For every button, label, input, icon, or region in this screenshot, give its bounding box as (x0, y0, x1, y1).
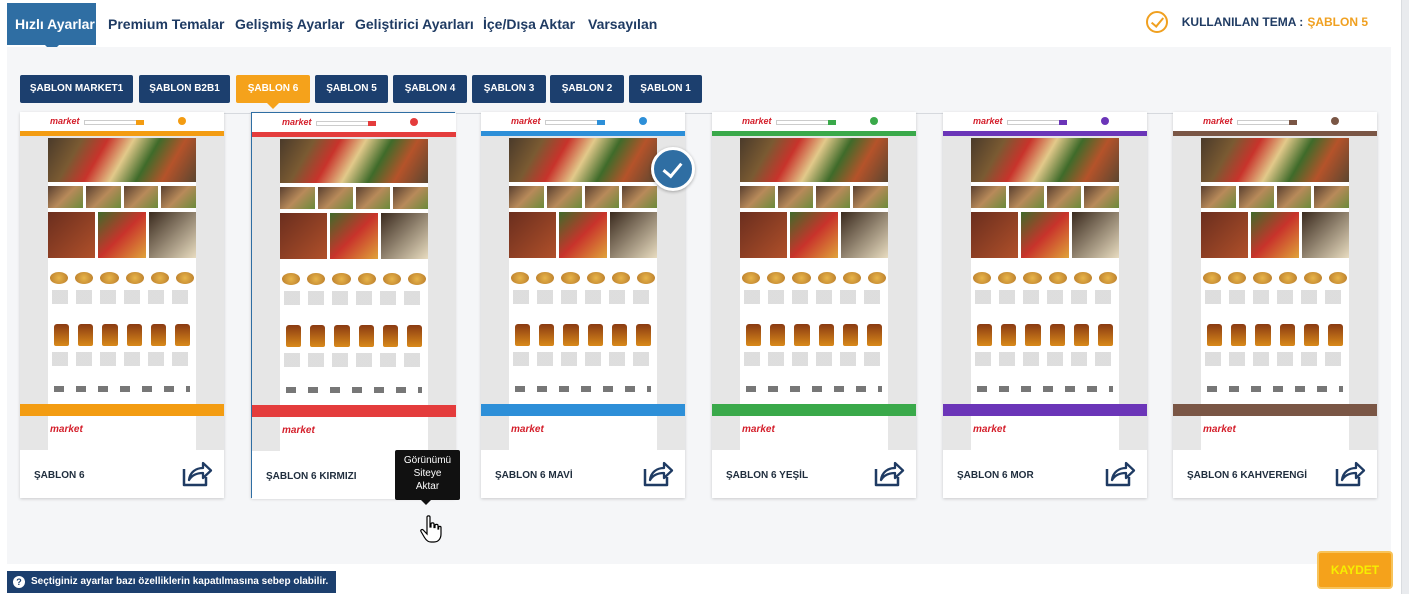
theme-preview-image: market market (252, 113, 456, 451)
theme-card[interactable]: market market ŞABLON 6 KIRMIZI (251, 112, 456, 499)
theme-card-title: ŞABLON 6 KAHVERENGİ (1187, 470, 1308, 481)
apply-theme-share-icon[interactable] (1333, 458, 1367, 490)
theme-card-footer: ŞABLON 6 KAHVERENGİ (1173, 450, 1377, 498)
save-button[interactable]: KAYDET (1319, 553, 1391, 587)
template-tab-market1[interactable]: ŞABLON MARKET1 (20, 75, 133, 103)
thumb-footer-logo: market (973, 424, 1006, 435)
current-theme-value: ŞABLON 5 (1307, 15, 1368, 29)
template-tab-sablon-2[interactable]: ŞABLON 2 (550, 75, 624, 103)
apply-theme-share-icon[interactable] (641, 458, 675, 490)
template-tab-sablon-3[interactable]: ŞABLON 3 (472, 75, 546, 103)
theme-card-footer: ŞABLON 6 (20, 450, 224, 498)
tab-premium-themes[interactable]: Premium Temalar (100, 3, 232, 45)
apply-theme-share-icon[interactable] (872, 458, 906, 490)
notice-text: Seçtiginiz ayarlar bazı özelliklerin kap… (31, 576, 329, 587)
theme-card-footer: ŞABLON 6 MAVİ (481, 450, 685, 498)
theme-card[interactable]: market market ŞABLON 6 MOR (943, 112, 1147, 498)
tab-default[interactable]: Varsayılan (580, 3, 665, 45)
template-tab-sablon-4[interactable]: ŞABLON 4 (393, 75, 467, 103)
thumb-footer-logo: market (742, 424, 775, 435)
thumb-logo: market (282, 117, 312, 127)
theme-preview-image: market market (943, 112, 1147, 450)
theme-card-footer: ŞABLON 6 YEŞİL (712, 450, 916, 498)
tab-developer-settings[interactable]: Geliştirici Ayarları (347, 3, 482, 45)
theme-card-title: ŞABLON 6 YEŞİL (726, 470, 809, 481)
apply-theme-share-icon[interactable] (180, 458, 214, 490)
top-tab-bar: Hızlı Ayarlar Premium Temalar Gelişmiş A… (0, 0, 1400, 52)
theme-card-title: ŞABLON 6 MAVİ (495, 470, 573, 481)
theme-card-footer: ŞABLON 6 MOR (943, 450, 1147, 498)
thumb-footer-logo: market (50, 424, 83, 435)
theme-card-title: ŞABLON 6 KIRMIZI (266, 471, 357, 482)
template-tab-sablon-1[interactable]: ŞABLON 1 (629, 75, 702, 103)
tab-import-export[interactable]: İçe/Dışa Aktar (475, 3, 583, 45)
tooltip-line: Görünümü (403, 455, 452, 466)
tab-quick-settings[interactable]: Hızlı Ayarlar (7, 3, 96, 52)
tooltip-line: Siteye (413, 468, 442, 479)
thumb-logo: market (742, 116, 772, 126)
template-tab-b2b1[interactable]: ŞABLON B2B1 (139, 75, 230, 103)
current-theme-label: KULLANILAN TEMA : (1181, 15, 1304, 29)
current-theme-indicator: KULLANILAN TEMA : ŞABLON 5 (1145, 11, 1368, 33)
theme-card-title: ŞABLON 6 MOR (957, 470, 1034, 481)
selected-check-icon (651, 147, 695, 191)
theme-card[interactable]: market market ŞABLON 6 (20, 112, 224, 498)
apply-theme-share-icon[interactable] (1103, 458, 1137, 490)
thumb-logo: market (511, 116, 541, 126)
tooltip-apply-view: Görünümü Siteye Aktar (395, 450, 460, 505)
thumb-footer-logo: market (1203, 424, 1236, 435)
theme-card-title: ŞABLON 6 (34, 470, 85, 481)
hand-cursor-icon (420, 515, 442, 543)
template-tab-sablon-6[interactable]: ŞABLON 6 (236, 75, 310, 109)
thumb-footer-logo: market (511, 424, 544, 435)
thumb-logo: market (973, 116, 1003, 126)
check-circle-icon (1145, 11, 1168, 33)
theme-preview-image: market market (1173, 112, 1377, 450)
theme-card[interactable]: market market ŞABLON 6 YEŞİL (712, 112, 916, 498)
theme-preview-image: market market (712, 112, 916, 450)
tooltip-line: Aktar (415, 481, 440, 492)
theme-card[interactable]: market market ŞABLON 6 KAHVERENGİ (1173, 112, 1377, 498)
template-tab-sablon-5[interactable]: ŞABLON 5 (315, 75, 388, 103)
tab-advanced-settings[interactable]: Gelişmiş Ayarlar (227, 3, 352, 45)
theme-preview-image: market market (20, 112, 224, 450)
thumb-logo: market (50, 116, 80, 126)
thumb-logo: market (1203, 116, 1233, 126)
thumb-footer-logo: market (282, 425, 315, 436)
page-scrollbar[interactable] (1401, 0, 1409, 594)
warning-notice: ? Seçtiginiz ayarlar bazı özelliklerin k… (7, 571, 337, 593)
question-icon: ? (13, 576, 25, 588)
